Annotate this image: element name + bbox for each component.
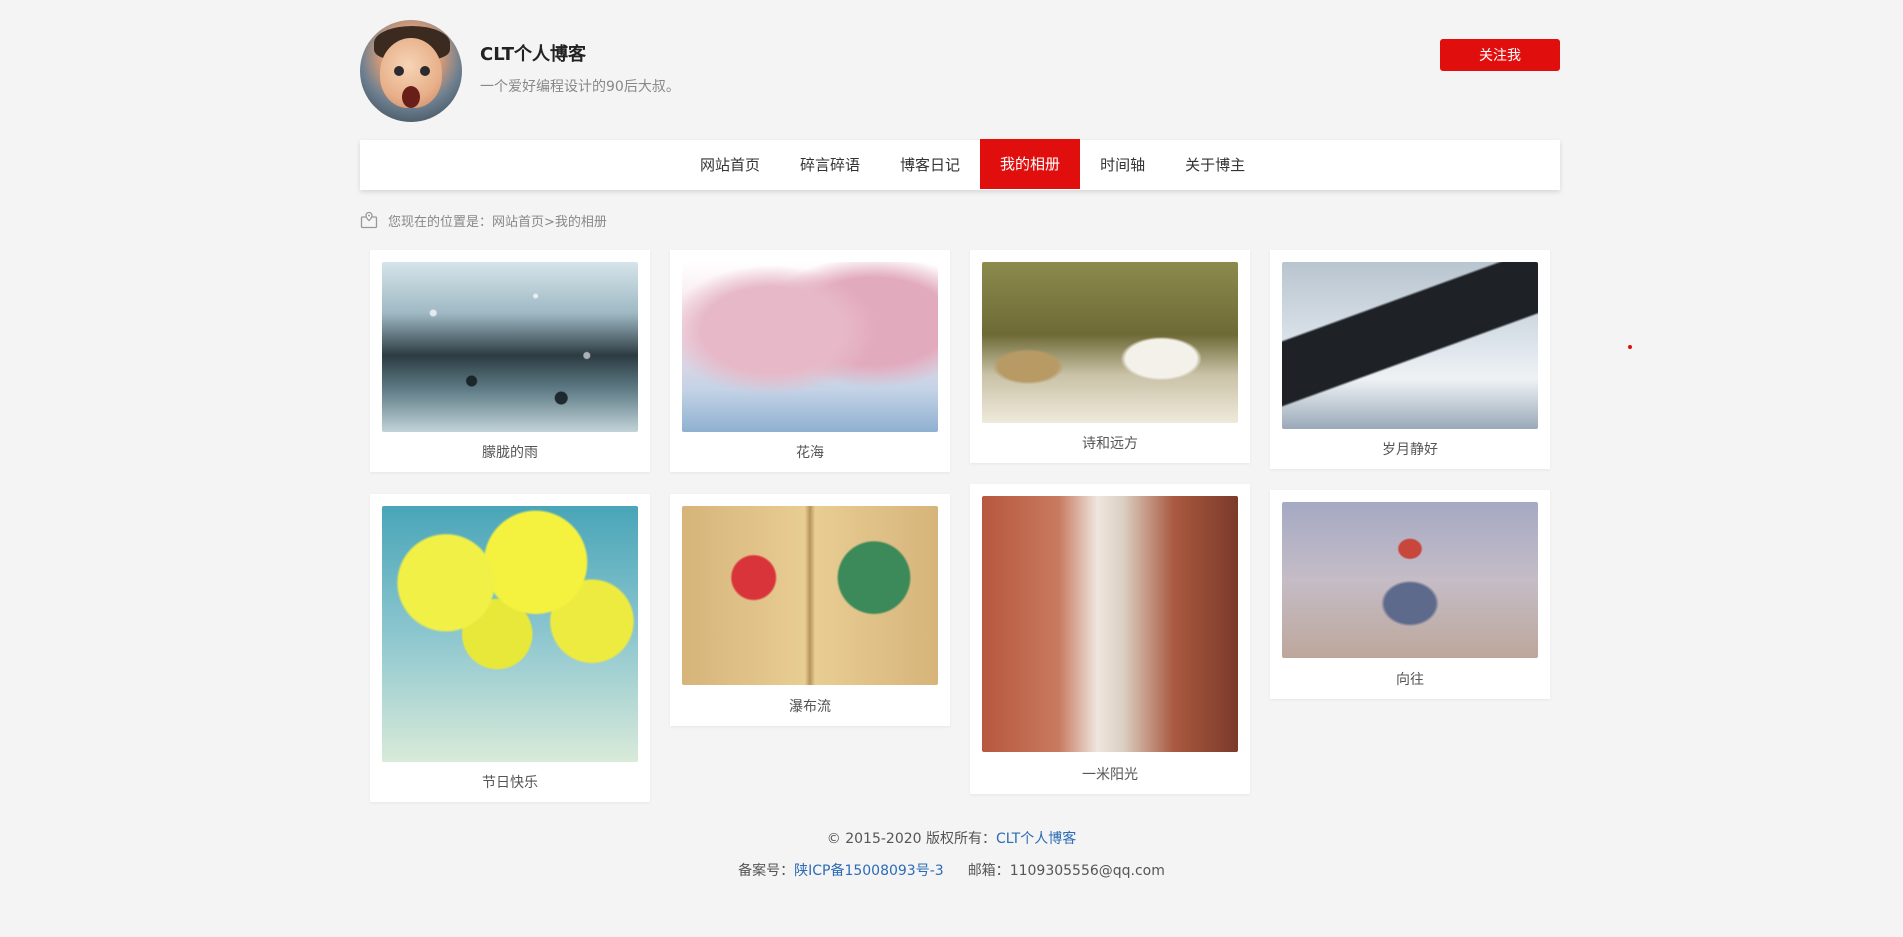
email-label: 邮箱：: [967, 863, 1010, 879]
gallery-card[interactable]: 向往: [1270, 490, 1550, 699]
photo-caption: 诗和远方: [1082, 436, 1138, 452]
copyright-owner-link[interactable]: CLT个人博客: [996, 831, 1076, 847]
gallery-card[interactable]: 瀑布流: [670, 494, 950, 726]
footer-contact: 备案号：陕ICP备15008093号-3 邮箱：1109305556@qq.com: [0, 860, 1903, 880]
photo-girl[interactable]: [1282, 502, 1538, 658]
footer-copyright: © 2015-2020 版权所有：CLT个人博客: [0, 828, 1903, 848]
gallery-card[interactable]: 朦胧的雨: [370, 250, 650, 472]
gallery-card[interactable]: 岁月静好: [1270, 250, 1550, 469]
avatar[interactable]: [360, 20, 462, 122]
breadcrumb: 您现在的位置是：网站首页>我的相册: [360, 210, 607, 230]
blog-title: CLT个人博客: [480, 44, 586, 65]
nav-item-home[interactable]: 网站首页: [680, 140, 780, 190]
record-label: 备案号：: [738, 863, 795, 879]
footer: © 2015-2020 版权所有：CLT个人博客 备案号：陕ICP备150080…: [0, 828, 1903, 880]
nav-item-diary[interactable]: 博客日记: [880, 140, 980, 190]
nav-item-album[interactable]: 我的相册: [980, 139, 1081, 189]
photo-caption: 向往: [1396, 672, 1424, 688]
nav-item-timeline[interactable]: 时间轴: [1080, 140, 1165, 190]
gallery-card[interactable]: 一米阳光: [970, 484, 1250, 794]
avatar-eye-left: [394, 66, 404, 76]
photo-flower-sea[interactable]: [682, 262, 938, 432]
location-pin-icon: [360, 211, 378, 229]
blog-subtitle: 一个爱好编程设计的90后大叔。: [480, 79, 680, 95]
copyright-prefix: © 2015-2020 版权所有：: [826, 831, 996, 847]
avatar-eye-right: [420, 66, 430, 76]
follow-button[interactable]: 关注我: [1440, 39, 1560, 71]
gallery-card[interactable]: 诗和远方: [970, 250, 1250, 463]
photo-street[interactable]: [982, 496, 1238, 752]
nav-item-about[interactable]: 关于博主: [1165, 140, 1265, 190]
photo-caption: 花海: [796, 445, 824, 461]
photo-coffee[interactable]: [982, 262, 1238, 423]
photo-laptop[interactable]: [1282, 262, 1538, 429]
photo-caption: 瀑布流: [789, 699, 831, 715]
avatar-mouth: [402, 86, 420, 108]
decorative-dot: [1628, 345, 1632, 349]
nav-list: 网站首页 碎言碎语 博客日记 我的相册 时间轴 关于博主: [680, 139, 1265, 190]
photo-book[interactable]: [682, 506, 938, 685]
photo-caption: 岁月静好: [1382, 442, 1438, 458]
breadcrumb-text: 您现在的位置是：网站首页>我的相册: [388, 214, 607, 230]
photo-rain[interactable]: [382, 262, 638, 432]
gallery-card[interactable]: 节日快乐: [370, 494, 650, 802]
photo-caption: 一米阳光: [1082, 767, 1138, 783]
photo-caption: 节日快乐: [482, 775, 538, 791]
photo-caption: 朦胧的雨: [482, 445, 538, 461]
record-number-link[interactable]: 陕ICP备15008093号-3: [794, 863, 944, 879]
gallery-card[interactable]: 花海: [670, 250, 950, 472]
email-address: 1109305556@qq.com: [1009, 863, 1165, 879]
photo-balloons[interactable]: [382, 506, 638, 762]
nav-item-murmurs[interactable]: 碎言碎语: [780, 140, 880, 190]
main-nav: 网站首页 碎言碎语 博客日记 我的相册 时间轴 关于博主: [360, 139, 1560, 190]
